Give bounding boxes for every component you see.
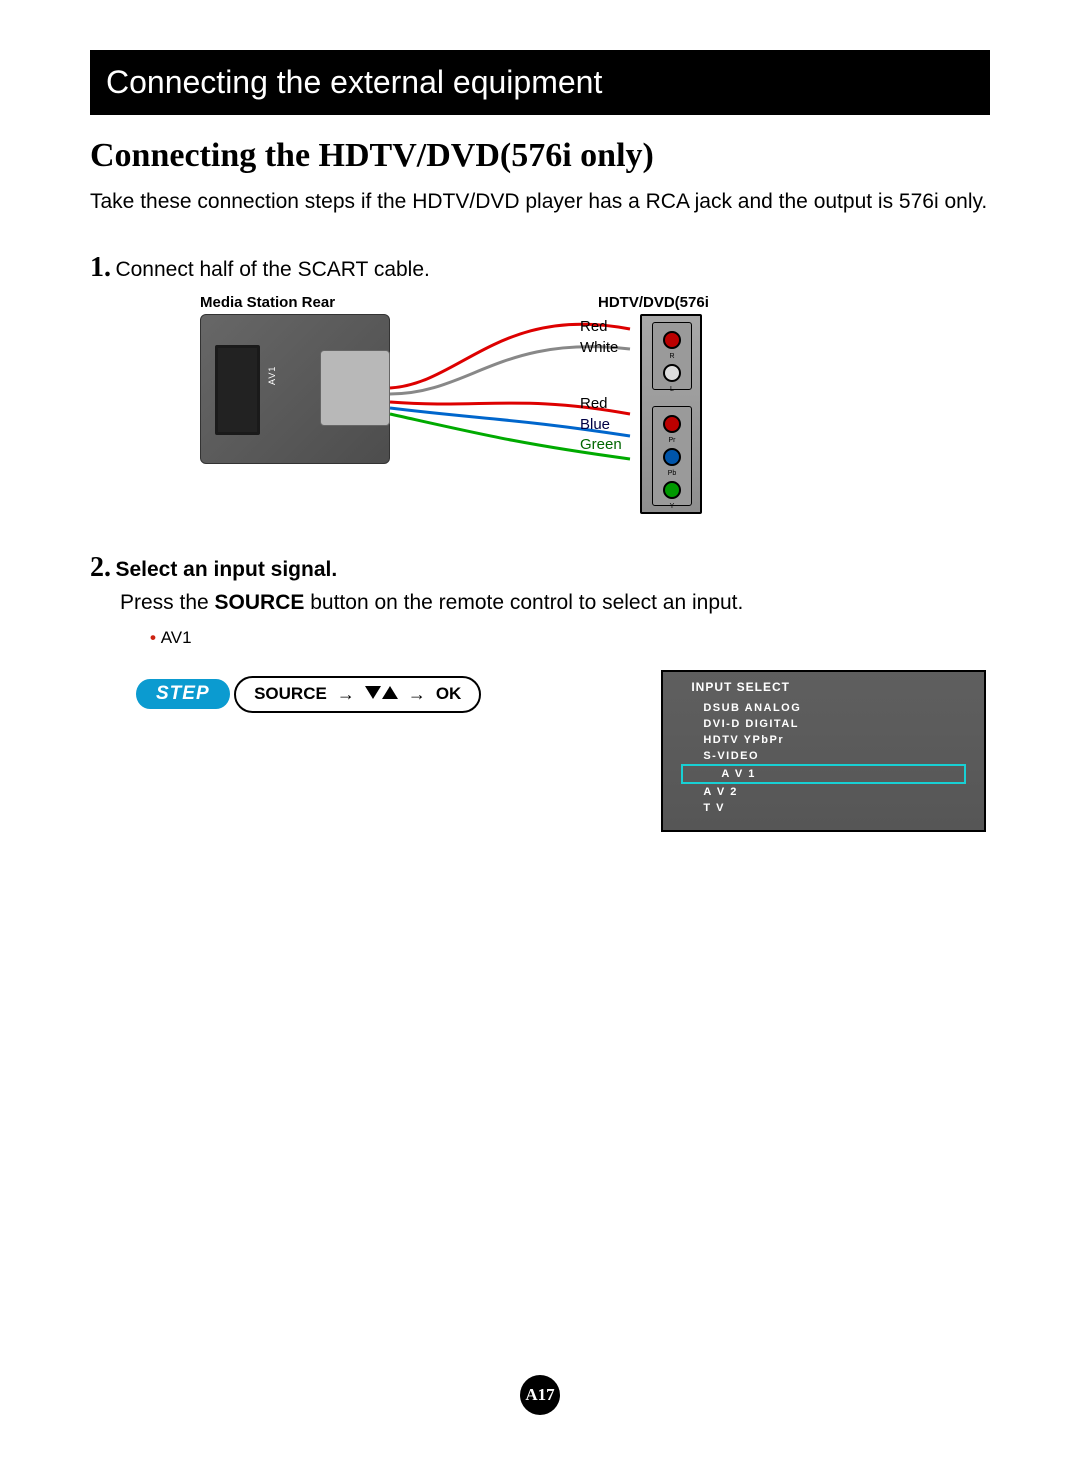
source-keyword: SOURCE bbox=[215, 591, 305, 614]
page-title: Connecting the HDTV/DVD(576i only) bbox=[90, 137, 990, 175]
step-1: 1. Connect half of the SCART cable. bbox=[90, 252, 990, 284]
step-2-number: 2. bbox=[90, 552, 111, 583]
osd-item: A V 1 bbox=[681, 764, 966, 784]
wire-label-white: White bbox=[580, 340, 622, 357]
arrow-right-icon-2 bbox=[408, 684, 426, 705]
nav-arrows-icon bbox=[365, 684, 398, 704]
rca-pr-label: Pr bbox=[655, 437, 689, 444]
ok-label: OK bbox=[436, 684, 462, 704]
arrow-right-icon bbox=[337, 684, 355, 705]
wire-label-red: Red bbox=[580, 319, 622, 336]
osd-input-select-menu: INPUT SELECT DSUB ANALOGDVI-D DIGITALHDT… bbox=[661, 670, 986, 832]
osd-item: DVI-D DIGITAL bbox=[663, 716, 984, 732]
rca-y-label: Y bbox=[655, 503, 689, 510]
osd-title: INPUT SELECT bbox=[663, 680, 984, 700]
step-1-text: Connect half of the SCART cable. bbox=[115, 258, 429, 281]
osd-item: HDTV YPbPr bbox=[663, 732, 984, 748]
step-2-text-a: Press the bbox=[120, 591, 215, 614]
rca-jack-pr-icon bbox=[663, 415, 681, 433]
rca-pb-label: Pb bbox=[655, 470, 689, 477]
rca-jack-l-icon bbox=[663, 364, 681, 382]
rca-jack-r-icon bbox=[663, 331, 681, 349]
rca-component-group: Pr Pb Y bbox=[652, 406, 692, 506]
rca-audio-group: R L bbox=[652, 322, 692, 390]
wire-label-blue: Blue bbox=[580, 417, 622, 434]
page-number-badge: A17 bbox=[520, 1375, 560, 1415]
step-2-text-b: button on the remote control to select a… bbox=[304, 591, 743, 614]
step-sequence: STEP SOURCE OK bbox=[136, 670, 481, 713]
step-2-instruction: Press the SOURCE button on the remote co… bbox=[120, 588, 990, 617]
step-pill-label: STEP bbox=[136, 679, 230, 709]
section-header: Connecting the external equipment bbox=[90, 50, 990, 115]
step-2-title: Select an input signal. bbox=[115, 558, 337, 581]
step-2: 2. Select an input signal. Press the SOU… bbox=[90, 552, 990, 647]
bullet-av1: AV1 bbox=[161, 628, 192, 647]
intro-paragraph: Take these connection steps if the HDTV/… bbox=[90, 187, 990, 216]
osd-item: S-VIDEO bbox=[663, 748, 984, 764]
connection-diagram: Media Station Rear HDTV/DVD(576i AV1 Red… bbox=[200, 294, 990, 524]
source-navigation-oval: SOURCE OK bbox=[234, 676, 481, 713]
rca-l-label: L bbox=[655, 386, 689, 393]
rca-jack-y-icon bbox=[663, 481, 681, 499]
step-1-number: 1. bbox=[90, 252, 111, 283]
rca-jack-pb-icon bbox=[663, 448, 681, 466]
osd-item: DSUB ANALOG bbox=[663, 700, 984, 716]
hdtv-dvd-box: R L Pr Pb Y bbox=[640, 314, 702, 514]
wire-label-red2: Red bbox=[580, 396, 622, 413]
source-label: SOURCE bbox=[254, 684, 327, 704]
osd-item: A V 2 bbox=[663, 784, 984, 800]
osd-item: T V bbox=[663, 800, 984, 816]
step-2-bullet: • AV1 bbox=[150, 628, 990, 648]
rca-r-label: R bbox=[655, 353, 689, 360]
bullet-dot-icon: • bbox=[150, 628, 161, 647]
wire-color-labels: Red White Red Blue Green bbox=[580, 319, 622, 458]
wire-label-green: Green bbox=[580, 437, 622, 454]
